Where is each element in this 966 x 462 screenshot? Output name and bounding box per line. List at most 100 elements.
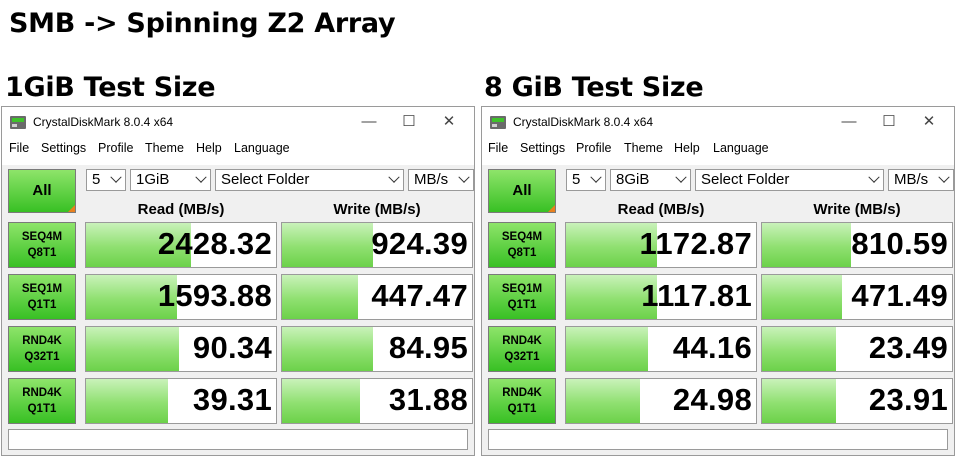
test-button-rnd4k-q1t1[interactable]: RND4K Q1T1 [488,378,556,424]
write-bar [762,223,852,267]
menu-bar: File Settings Profile Theme Help Languag… [482,141,954,159]
write-result-cell: 924.39 [281,222,473,268]
menu-settings[interactable]: Settings [41,141,86,155]
comment-field[interactable] [488,429,948,450]
panel-heading-1gib: 1GiB Test Size [5,72,216,103]
test-name: RND4K [502,335,542,347]
maximize-icon[interactable]: ☐ [389,111,429,133]
menu-theme[interactable]: Theme [624,141,663,155]
test-name: SEQ4M [501,231,543,243]
title-bar[interactable]: CrystalDiskMark 8.0.4 x64 — ☐ ✕ [2,107,474,137]
read-result-cell: 44.16 [565,326,757,372]
test-button-seq1m-q1t1[interactable]: SEQ1M Q1T1 [8,274,76,320]
write-result-cell: 447.47 [281,274,473,320]
count-select[interactable]: 5 [566,169,606,191]
close-icon[interactable]: ✕ [429,111,469,133]
read-result-cell: 1593.88 [85,274,277,320]
write-value: 471.49 [851,278,948,313]
size-value: 1GiB [136,171,170,188]
read-value: 1593.88 [157,278,272,313]
count-select[interactable]: 5 [86,169,126,191]
menu-settings[interactable]: Settings [520,141,565,155]
read-value: 1172.87 [639,226,752,261]
test-params: Q8T1 [27,247,57,259]
read-bar [566,327,648,371]
test-name: RND4K [502,387,542,399]
test-name: SEQ4M [21,231,63,243]
write-header: Write (MB/s) [813,201,901,218]
write-result-cell: 84.95 [281,326,473,372]
menu-bar: File Settings Profile Theme Help Languag… [2,141,474,159]
write-bar [762,327,837,371]
menu-language[interactable]: Language [234,141,290,155]
size-value: 8GiB [616,171,650,188]
disk-app-icon [10,116,26,129]
title-bar[interactable]: CrystalDiskMark 8.0.4 x64 — ☐ ✕ [482,107,954,137]
read-result-cell: 2428.32 [85,222,277,268]
write-value: 924.39 [371,226,468,261]
unit-value: MB/s [894,171,929,188]
write-header: Write (MB/s) [333,201,421,218]
test-params: Q1T1 [27,299,57,311]
menu-language[interactable]: Language [713,141,769,155]
test-params: Q32T1 [504,351,540,363]
folder-select[interactable]: Select Folder [215,169,404,191]
test-button-rnd4k-q32t1[interactable]: RND4K Q32T1 [488,326,556,372]
menu-help[interactable]: Help [196,141,222,155]
folder-value: Select Folder [701,171,790,188]
test-params: Q8T1 [507,247,537,259]
read-bar [86,379,168,423]
write-value: 23.49 [868,330,948,365]
minimize-icon[interactable]: — [829,111,869,133]
unit-value: MB/s [414,171,449,188]
size-select[interactable]: 1GiB [130,169,211,191]
test-name: SEQ1M [21,283,63,295]
menu-help[interactable]: Help [674,141,700,155]
read-result-cell: 39.31 [85,378,277,424]
minimize-icon[interactable]: — [349,111,389,133]
menu-file[interactable]: File [488,141,508,155]
benchmark-area: All 5 1GiB Select Folder MB/s Read (MB/s… [2,165,474,455]
window-title: CrystalDiskMark 8.0.4 x64 [33,115,174,129]
menu-profile[interactable]: Profile [98,141,133,155]
read-value: 90.34 [192,330,272,365]
read-header: Read (MB/s) [137,201,225,218]
write-value: 447.47 [371,278,468,313]
write-bar [282,379,360,423]
test-button-seq4m-q8t1[interactable]: SEQ4M Q8T1 [8,222,76,268]
read-value: 24.98 [672,382,752,417]
close-icon[interactable]: ✕ [909,111,949,133]
test-button-seq4m-q8t1[interactable]: SEQ4M Q8T1 [488,222,556,268]
menu-file[interactable]: File [9,141,29,155]
unit-select[interactable]: MB/s [888,169,954,191]
folder-select[interactable]: Select Folder [695,169,884,191]
read-bar [566,379,641,423]
folder-value: Select Folder [221,171,310,188]
maximize-icon[interactable]: ☐ [869,111,909,133]
read-result-cell: 1172.87 [565,222,757,268]
test-button-rnd4k-q32t1[interactable]: RND4K Q32T1 [8,326,76,372]
read-value: 1117.81 [641,278,752,313]
unit-select[interactable]: MB/s [408,169,474,191]
write-bar [282,327,374,371]
all-button[interactable]: All [488,169,556,213]
test-button-seq1m-q1t1[interactable]: SEQ1M Q1T1 [488,274,556,320]
menu-profile[interactable]: Profile [576,141,611,155]
chevron-down-icon [388,171,400,183]
read-value: 44.16 [672,330,752,365]
menu-theme[interactable]: Theme [145,141,184,155]
test-name: RND4K [22,387,62,399]
write-bar [282,223,374,267]
chevron-down-icon [868,171,880,183]
comment-field[interactable] [8,429,468,450]
cdm-window-8gib: CrystalDiskMark 8.0.4 x64 — ☐ ✕ File Set… [481,106,955,456]
chevron-down-icon [458,171,470,183]
write-result-cell: 810.59 [761,222,953,268]
read-result-cell: 24.98 [565,378,757,424]
chevron-down-icon [938,171,950,183]
size-select[interactable]: 8GiB [610,169,691,191]
test-button-rnd4k-q1t1[interactable]: RND4K Q1T1 [8,378,76,424]
write-bar [762,275,842,319]
chevron-down-icon [110,171,122,183]
all-button[interactable]: All [8,169,76,213]
